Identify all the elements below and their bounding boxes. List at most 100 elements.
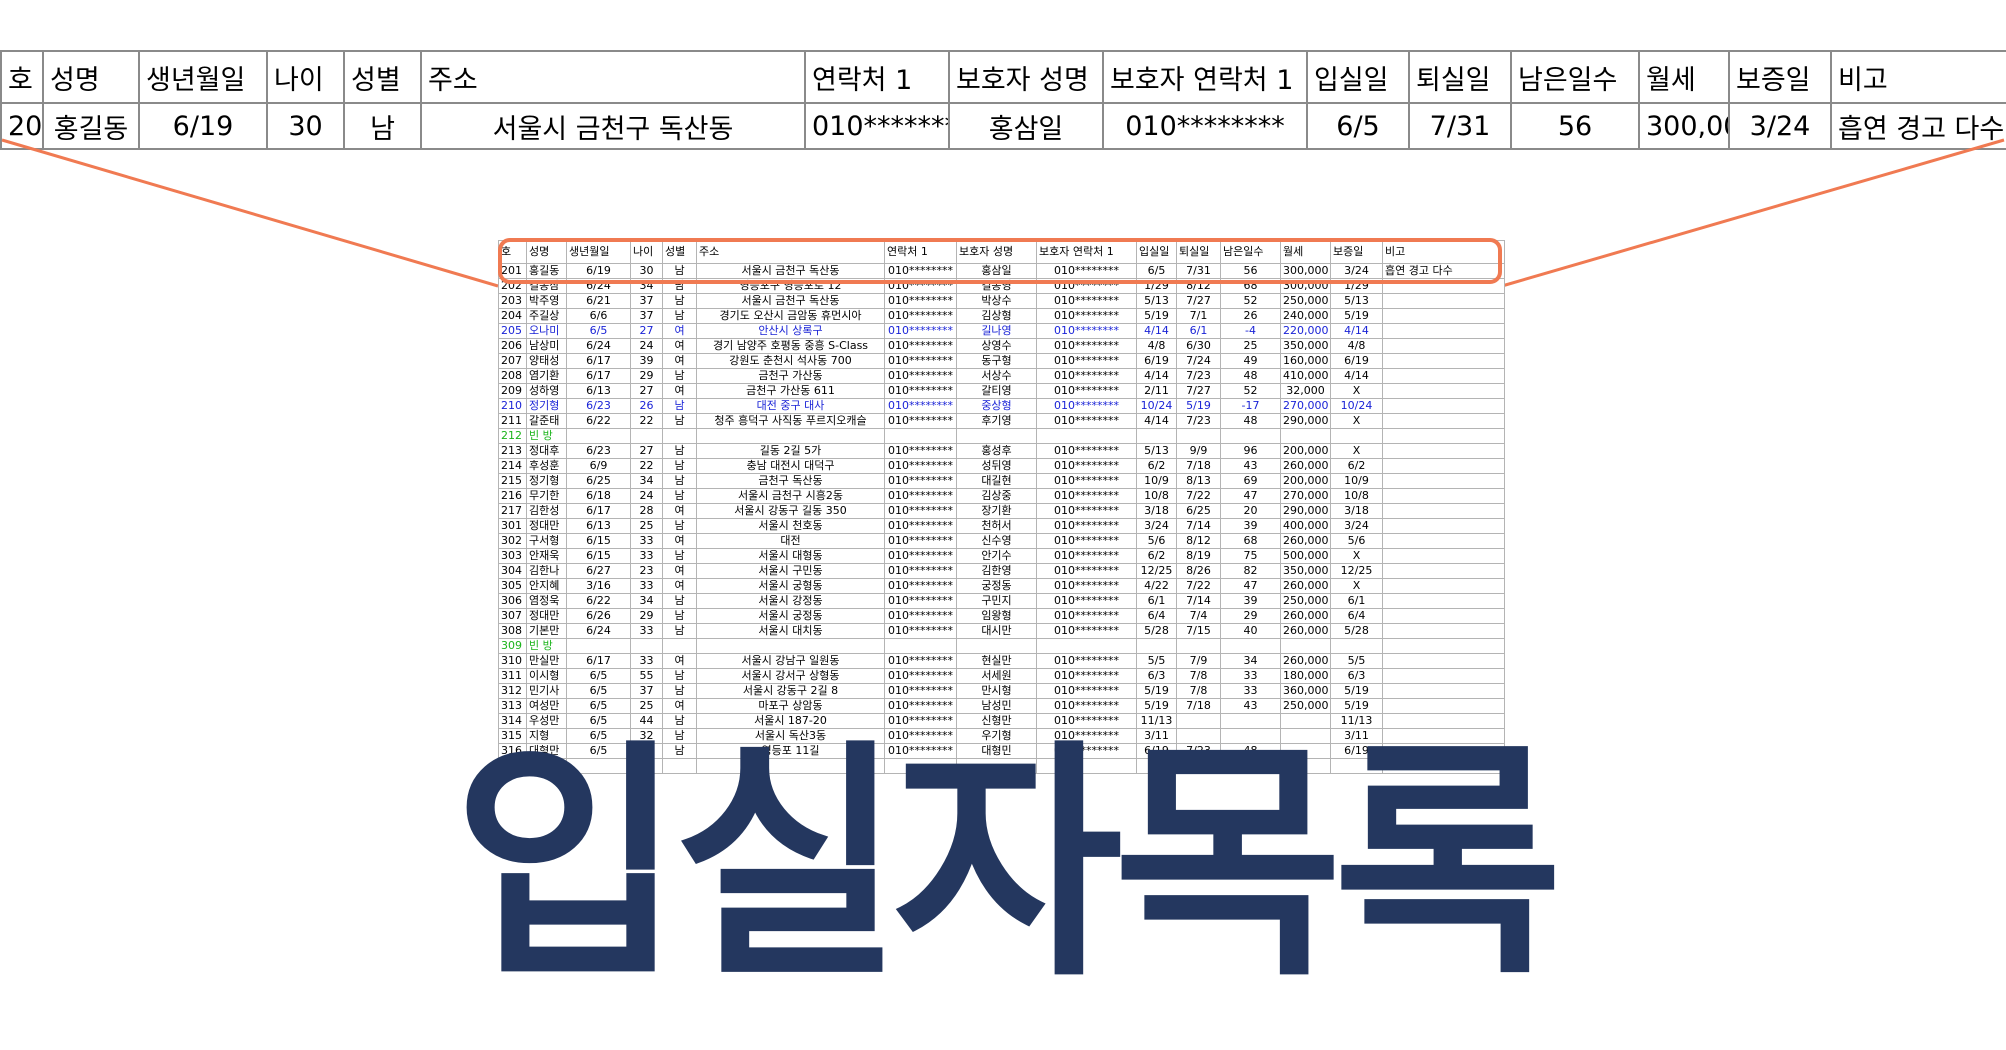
table-cell[interactable]: 길나영	[956, 323, 1037, 339]
table-cell[interactable]: 서세원	[956, 668, 1037, 684]
table-cell[interactable]: 7/14	[1176, 518, 1221, 534]
table-cell[interactable]: 현실만	[956, 653, 1037, 669]
table-cell[interactable]: 010********	[1036, 653, 1137, 669]
table-cell[interactable]: 010********	[884, 338, 957, 354]
table-cell[interactable]: 김상형	[956, 308, 1037, 324]
table-cell[interactable]: 308	[498, 623, 527, 639]
table-cell[interactable]: 010********	[884, 533, 957, 549]
table-cell[interactable]: 20	[1220, 503, 1281, 519]
table-cell[interactable]: 217	[498, 503, 527, 519]
table-cell[interactable]	[1382, 518, 1505, 534]
table-cell[interactable]	[1382, 608, 1505, 624]
table-cell[interactable]: 240,000	[1280, 308, 1331, 324]
table-cell[interactable]: 경기도 오산시 금암동 휴먼시아	[696, 308, 885, 324]
table-cell[interactable]: 207	[498, 353, 527, 369]
table-cell[interactable]: 남	[662, 398, 697, 414]
table-cell[interactable]: 010********	[1036, 458, 1137, 474]
table-cell[interactable]	[1382, 683, 1505, 699]
table-cell[interactable]	[1382, 473, 1505, 489]
table-cell[interactable]: 염기환	[526, 368, 567, 384]
table-cell[interactable]: 208	[498, 368, 527, 384]
table-cell[interactable]: 6/2	[1330, 458, 1383, 474]
table-cell[interactable]: 7/1	[1176, 308, 1221, 324]
zoom-data-cell[interactable]: 30	[266, 102, 345, 150]
table-cell[interactable]	[1330, 428, 1383, 444]
table-row[interactable]: 301 정대만 6/13 25 남 서울시 천호동 010******** 천허서 010***…	[498, 518, 1505, 534]
table-cell[interactable]	[1176, 638, 1221, 654]
zoom-data-cell[interactable]: 300,000	[1638, 102, 1730, 150]
table-cell[interactable]: 75	[1220, 548, 1281, 564]
table-row[interactable]: 309 빈 방	[498, 638, 1505, 654]
table-cell[interactable]: 43	[1220, 458, 1281, 474]
table-cell[interactable]: 39	[1220, 518, 1281, 534]
table-cell[interactable]: 남	[662, 518, 697, 534]
table-cell[interactable]: 남	[662, 608, 697, 624]
table-cell[interactable]: 5/5	[1136, 653, 1177, 669]
table-cell[interactable]: 금천구 독산동	[696, 473, 885, 489]
table-cell[interactable]: 길동 2길 5가	[696, 443, 885, 459]
table-row[interactable]: 208 염기환 6/17 29 남 금천구 가산동 010******** 서상수 010***…	[498, 368, 1505, 384]
table-cell[interactable]	[956, 638, 1037, 654]
table-cell[interactable]	[1382, 653, 1505, 669]
table-cell[interactable]: 남상미	[526, 338, 567, 354]
table-cell[interactable]: 37	[630, 308, 663, 324]
table-cell[interactable]: 4/8	[1330, 338, 1383, 354]
table-cell[interactable]: 서울시 강남구 일원동	[696, 653, 885, 669]
table-cell[interactable]: 여	[662, 338, 697, 354]
table-cell[interactable]: 6/23	[566, 398, 631, 414]
table-cell[interactable]: 29	[1220, 608, 1281, 624]
table-cell[interactable]: 박주영	[526, 293, 567, 309]
table-cell[interactable]: 010********	[1036, 533, 1137, 549]
table-cell[interactable]: 성뒤영	[956, 458, 1037, 474]
table-cell[interactable]: 2/11	[1136, 383, 1177, 399]
table-cell[interactable]: 010********	[1036, 623, 1137, 639]
table-cell[interactable]: 010********	[1036, 668, 1137, 684]
table-cell[interactable]: 6/5	[566, 323, 631, 339]
table-cell[interactable]: 010********	[1036, 308, 1137, 324]
table-cell[interactable]: 010********	[1036, 338, 1137, 354]
table-cell[interactable]: 260,000	[1280, 623, 1331, 639]
table-cell[interactable]: 350,000	[1280, 563, 1331, 579]
table-cell[interactable]: 39	[630, 353, 663, 369]
table-cell[interactable]: 여	[662, 323, 697, 339]
zoom-data-cell[interactable]: 201	[0, 102, 44, 150]
table-cell[interactable]: 6/17	[566, 353, 631, 369]
table-cell[interactable]: 010********	[1036, 563, 1137, 579]
table-cell[interactable]: 010********	[884, 323, 957, 339]
table-cell[interactable]: 신수영	[956, 533, 1037, 549]
table-cell[interactable]: 29	[630, 368, 663, 384]
table-cell[interactable]: 남	[662, 623, 697, 639]
table-row[interactable]: 207 양태성 6/17 39 여 강원도 춘천시 석사동 700 010******** 동…	[498, 353, 1505, 369]
table-cell[interactable]: 350,000	[1280, 338, 1331, 354]
table-cell[interactable]	[1382, 428, 1505, 444]
table-cell[interactable]: 010********	[884, 608, 957, 624]
table-cell[interactable]: 정대만	[526, 608, 567, 624]
table-cell[interactable]: 010********	[1036, 473, 1137, 489]
zoom-data-cell[interactable]: 010********	[804, 102, 950, 150]
table-cell[interactable]: 200,000	[1280, 443, 1331, 459]
table-cell[interactable]: 대전	[696, 533, 885, 549]
table-cell[interactable]: X	[1330, 443, 1383, 459]
table-cell[interactable]: 4/14	[1136, 323, 1177, 339]
table-cell[interactable]: 동구형	[956, 353, 1037, 369]
table-cell[interactable]: 010********	[884, 563, 957, 579]
table-cell[interactable]: 48	[1220, 413, 1281, 429]
table-cell[interactable]: 서울시 강서구 상형동	[696, 668, 885, 684]
table-cell[interactable]: 6/21	[566, 293, 631, 309]
table-cell[interactable]: 10/9	[1330, 473, 1383, 489]
table-cell[interactable]: 52	[1220, 383, 1281, 399]
table-cell[interactable]: 7/14	[1176, 593, 1221, 609]
table-cell[interactable]: X	[1330, 413, 1383, 429]
table-cell[interactable]: 3/24	[1330, 518, 1383, 534]
table-cell[interactable]: 270,000	[1280, 488, 1331, 504]
table-cell[interactable]: 205	[498, 323, 527, 339]
table-cell[interactable]	[884, 428, 957, 444]
table-cell[interactable]: 209	[498, 383, 527, 399]
table-cell[interactable]: 33	[630, 533, 663, 549]
table-cell[interactable]: 박상수	[956, 293, 1037, 309]
table-cell[interactable]: 250,000	[1280, 593, 1331, 609]
table-cell[interactable]: 안지혜	[526, 578, 567, 594]
table-cell[interactable]: 68	[1220, 533, 1281, 549]
table-cell[interactable]: 남	[662, 593, 697, 609]
table-cell[interactable]: 김상중	[956, 488, 1037, 504]
